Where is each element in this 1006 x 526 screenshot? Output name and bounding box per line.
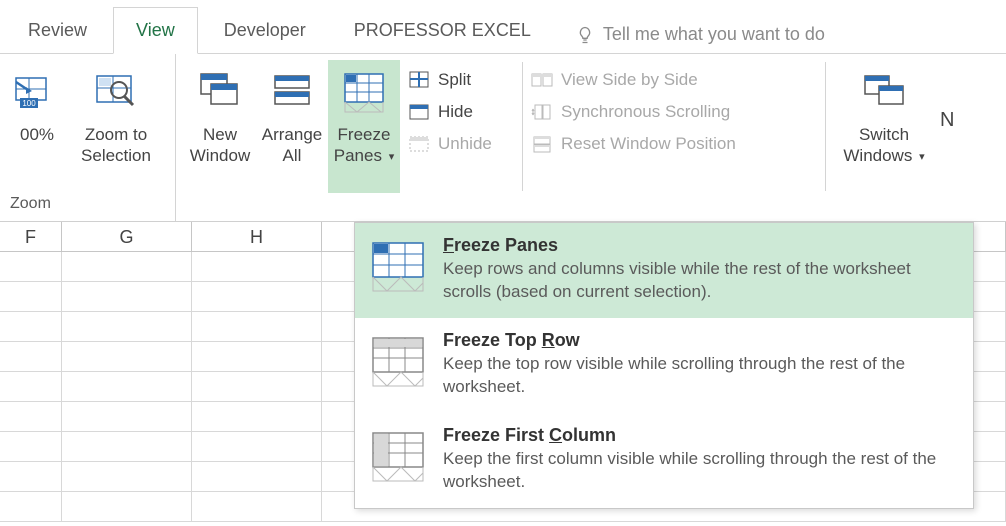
freeze-panes-icon <box>341 68 387 114</box>
sync-scroll-label: Synchronous Scrolling <box>561 102 730 122</box>
menu-item-desc: Keep the top row visible while scrolling… <box>443 353 955 399</box>
chevron-down-icon: ▾ <box>389 151 395 163</box>
menu-item-title: Freeze Panes <box>443 235 955 256</box>
unhide-icon <box>408 133 430 155</box>
separator <box>825 62 826 191</box>
tab-review[interactable]: Review <box>6 8 109 53</box>
view-side-by-side-button: View Side by Side <box>529 64 819 96</box>
group-label-zoom: Zoom <box>8 193 167 219</box>
split-label: Split <box>438 70 471 90</box>
switch-label-1: Switch <box>859 124 909 145</box>
magnifier-icon <box>93 68 139 114</box>
menu-item-desc: Keep rows and columns visible while the … <box>443 258 955 304</box>
arrange-all-icon <box>269 68 315 114</box>
switch-windows-icon <box>861 68 907 114</box>
hide-icon <box>408 101 430 123</box>
new-window-icon <box>197 68 243 114</box>
menu-item-freeze-panes[interactable]: Freeze Panes Keep rows and columns visib… <box>355 223 973 318</box>
hide-button[interactable]: Hide <box>406 96 516 128</box>
reset-window-pos-button: Reset Window Position <box>529 128 819 160</box>
arrange-label-1: Arrange <box>262 124 322 145</box>
split-button[interactable]: Split <box>406 64 516 96</box>
lightbulb-icon <box>575 25 595 45</box>
reset-position-icon <box>531 133 553 155</box>
freeze-panes-menu: Freeze Panes Keep rows and columns visib… <box>354 222 974 509</box>
tab-view[interactable]: View <box>113 7 198 54</box>
menu-item-freeze-first-column[interactable]: Freeze First Column Keep the first colum… <box>355 413 973 508</box>
menu-item-freeze-top-row[interactable]: Freeze Top Row Keep the top row visible … <box>355 318 973 413</box>
sync-scroll-icon <box>531 101 553 123</box>
split-icon <box>408 69 430 91</box>
tell-me-box[interactable]: Tell me what you want to do <box>557 24 829 53</box>
zoom-to-label-2: Selection <box>81 145 151 166</box>
zoom-to-selection-button[interactable]: Zoom to Selection <box>66 60 166 193</box>
tell-me-placeholder: Tell me what you want to do <box>603 24 825 45</box>
sheet-area: F G H Freeze Panes <box>0 222 1006 522</box>
window-toggle-col: Split Hide Unhide <box>406 60 516 193</box>
menu-item-desc: Keep the first column visible while scro… <box>443 448 955 494</box>
overflow: N <box>936 60 958 193</box>
ribbon: 100 00% Zoom to Selection <box>0 54 1006 222</box>
separator <box>522 62 523 191</box>
col-header-g[interactable]: G <box>62 222 192 251</box>
col-header-h[interactable]: H <box>192 222 322 251</box>
zoom-100-icon: 100 <box>14 68 60 114</box>
new-window-label-2: Window <box>190 145 250 166</box>
zoom-100-button[interactable]: 100 00% <box>8 60 66 193</box>
zoom-100-label: 00% <box>20 124 54 145</box>
freeze-panes-button[interactable]: Freeze Panes ▾ <box>328 60 400 193</box>
menu-item-title: Freeze Top Row <box>443 330 955 351</box>
new-window-label-1: New <box>203 124 237 145</box>
arrange-all-button[interactable]: Arrange All <box>256 60 328 193</box>
unhide-label: Unhide <box>438 134 492 154</box>
freeze-panes-menu-icon <box>369 239 427 295</box>
zoom-to-label-1: Zoom to <box>85 124 147 145</box>
group-zoom: 100 00% Zoom to Selection <box>0 54 176 221</box>
reset-pos-label: Reset Window Position <box>561 134 736 154</box>
freeze-top-row-icon <box>369 334 427 390</box>
chevron-down-icon: ▾ <box>919 151 925 163</box>
group-window: New Window Arrange All <box>176 54 1006 221</box>
sync-scroll-button: Synchronous Scrolling <box>529 96 819 128</box>
group-label-window <box>184 193 998 219</box>
tab-developer[interactable]: Developer <box>202 8 328 53</box>
side-by-side-label: View Side by Side <box>561 70 698 90</box>
window-compare-col: View Side by Side Synchronous Scrolling … <box>529 60 819 193</box>
switch-windows-button[interactable]: Switch Windows ▾ <box>832 60 936 193</box>
menu-item-title: Freeze First Column <box>443 425 955 446</box>
freeze-first-column-icon <box>369 429 427 485</box>
new-window-button[interactable]: New Window <box>184 60 256 193</box>
svg-text:100: 100 <box>22 99 36 108</box>
freeze-label-1: Freeze <box>338 124 391 145</box>
tab-professor-excel[interactable]: PROFESSOR EXCEL <box>332 8 553 53</box>
unhide-button: Unhide <box>406 128 516 160</box>
ribbon-tabs: Review View Developer PROFESSOR EXCEL Te… <box>0 0 1006 54</box>
side-by-side-icon <box>531 69 553 91</box>
col-header-f[interactable]: F <box>0 222 62 251</box>
arrange-label-2: All <box>283 145 302 166</box>
hide-label: Hide <box>438 102 473 122</box>
switch-label-2: Windows ▾ <box>843 145 924 166</box>
freeze-label-2: Panes ▾ <box>334 145 394 166</box>
